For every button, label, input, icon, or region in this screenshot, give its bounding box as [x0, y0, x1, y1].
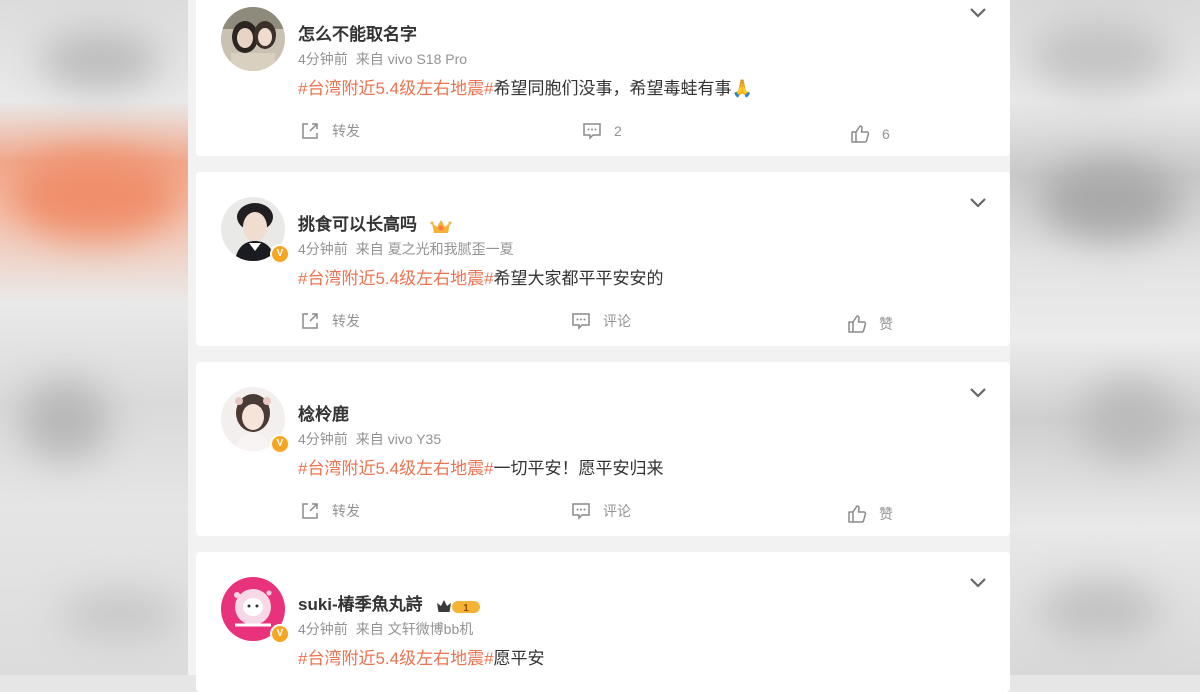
- comment-feed: 怎么不能取名字 4分钟前 来自 vivo S18 Pro #台湾附近5.4级左右地…: [188, 0, 1010, 692]
- thumbs-up-icon: [848, 505, 867, 523]
- post-source[interactable]: vivo Y35: [388, 431, 441, 447]
- comment-count: 2: [614, 123, 622, 139]
- comment-icon: [572, 503, 590, 520]
- source-prefix: 来自: [355, 431, 384, 447]
- post-source[interactable]: 夏之光和我腻歪一夏: [388, 241, 514, 257]
- like-button[interactable]: 6: [850, 124, 890, 144]
- like-label: 赞: [879, 506, 893, 522]
- repost-label: 转发: [332, 503, 360, 519]
- like-button[interactable]: 赞: [847, 504, 893, 524]
- source-prefix: 来自: [355, 241, 384, 257]
- topic-link[interactable]: #台湾附近5.4级左右地震#: [298, 459, 494, 478]
- crown-icon: [430, 219, 452, 233]
- topic-link[interactable]: #台湾附近5.4级左右地震#: [298, 269, 494, 288]
- chevron-down-icon[interactable]: [968, 386, 988, 400]
- username[interactable]: 棯柃鹿: [298, 400, 349, 425]
- comment-label: 评论: [603, 503, 631, 519]
- post-meta: 4分钟前 来自 vivo Y35: [298, 429, 441, 449]
- source-prefix: 来自: [355, 621, 384, 637]
- verified-badge: V: [270, 624, 290, 644]
- post-body: 愿平安: [493, 649, 545, 668]
- repost-label: 转发: [332, 123, 360, 139]
- source-prefix: 来自: [355, 51, 384, 67]
- post-meta: 4分钟前 来自 文轩微博bb机: [298, 619, 473, 639]
- chevron-down-icon[interactable]: [968, 576, 988, 590]
- topic-link[interactable]: #台湾附近5.4级左右地震#: [298, 79, 494, 98]
- post-meta: 4分钟前 来自 夏之光和我腻歪一夏: [298, 239, 514, 259]
- chevron-down-icon[interactable]: [968, 6, 988, 20]
- avatar[interactable]: [221, 7, 285, 71]
- username[interactable]: 挑食可以长高吗: [298, 210, 452, 235]
- post-card: V 挑食可以长高吗 4分钟前 来自 夏之光和我腻歪一夏 #台湾附近5.4级左右地震…: [196, 172, 1010, 346]
- post-time: 4分钟前: [298, 51, 348, 67]
- post-card: V 棯柃鹿 4分钟前 来自 vivo Y35 #台湾附近5.4级左右地震#一切平安…: [196, 362, 1010, 536]
- vip-level: 1: [464, 603, 470, 614]
- verified-badge: V: [270, 244, 290, 264]
- chevron-down-icon[interactable]: [968, 196, 988, 210]
- post-source[interactable]: 文轩微博bb机: [388, 621, 474, 637]
- post-body: 一切平安！愿平安归来: [493, 459, 664, 478]
- comment-label: 评论: [603, 313, 631, 329]
- username-text: 挑食可以长高吗: [298, 215, 417, 234]
- topic-link[interactable]: #台湾附近5.4级左右地震#: [298, 649, 494, 668]
- comment-button[interactable]: 评论: [571, 311, 631, 331]
- thumbs-up-icon: [851, 125, 870, 143]
- share-icon: [302, 313, 318, 329]
- comment-button[interactable]: 评论: [571, 501, 631, 521]
- post-meta: 4分钟前 来自 vivo S18 Pro: [298, 49, 467, 69]
- post-text: #台湾附近5.4级左右地震#愿平安: [298, 644, 545, 669]
- comment-button[interactable]: 2: [582, 121, 622, 141]
- vip-crown-icon: 1: [437, 599, 481, 614]
- repost-label: 转发: [332, 313, 360, 329]
- share-icon: [302, 503, 318, 519]
- post-text: #台湾附近5.4级左右地震#希望大家都平平安安的: [298, 264, 664, 289]
- background-right: [1010, 0, 1200, 675]
- username-text: suki-椿季魚丸詩: [298, 595, 423, 614]
- like-button[interactable]: 赞: [847, 314, 893, 334]
- thumbs-up-icon: [848, 315, 867, 333]
- post-source[interactable]: vivo S18 Pro: [388, 51, 467, 67]
- username[interactable]: 怎么不能取名字: [298, 20, 417, 45]
- verified-badge: V: [270, 434, 290, 454]
- share-icon: [302, 123, 318, 139]
- comment-icon: [572, 313, 590, 330]
- repost-button[interactable]: 转发: [300, 501, 360, 521]
- post-text: #台湾附近5.4级左右地震#一切平安！愿平安归来: [298, 454, 664, 479]
- post-body: 希望同胞们没事，希望毒蛙有事🙏: [493, 79, 753, 98]
- repost-button[interactable]: 转发: [300, 311, 360, 331]
- post-text: #台湾附近5.4级左右地震#希望同胞们没事，希望毒蛙有事🙏: [298, 74, 753, 99]
- post-body: 希望大家都平平安安的: [493, 269, 664, 288]
- post-time: 4分钟前: [298, 241, 348, 257]
- repost-button[interactable]: 转发: [300, 121, 360, 141]
- background-left: [0, 0, 188, 675]
- post-card: 怎么不能取名字 4分钟前 来自 vivo S18 Pro #台湾附近5.4级左右地…: [196, 0, 1010, 156]
- post-time: 4分钟前: [298, 621, 348, 637]
- comment-icon: [583, 123, 601, 140]
- like-label: 赞: [879, 316, 893, 332]
- username[interactable]: suki-椿季魚丸詩 1: [298, 590, 483, 615]
- post-time: 4分钟前: [298, 431, 348, 447]
- post-card: V suki-椿季魚丸詩 1 4分钟前 来自 文轩微博bb机 #台湾附近5.4级左…: [196, 552, 1010, 692]
- like-count: 6: [882, 126, 890, 142]
